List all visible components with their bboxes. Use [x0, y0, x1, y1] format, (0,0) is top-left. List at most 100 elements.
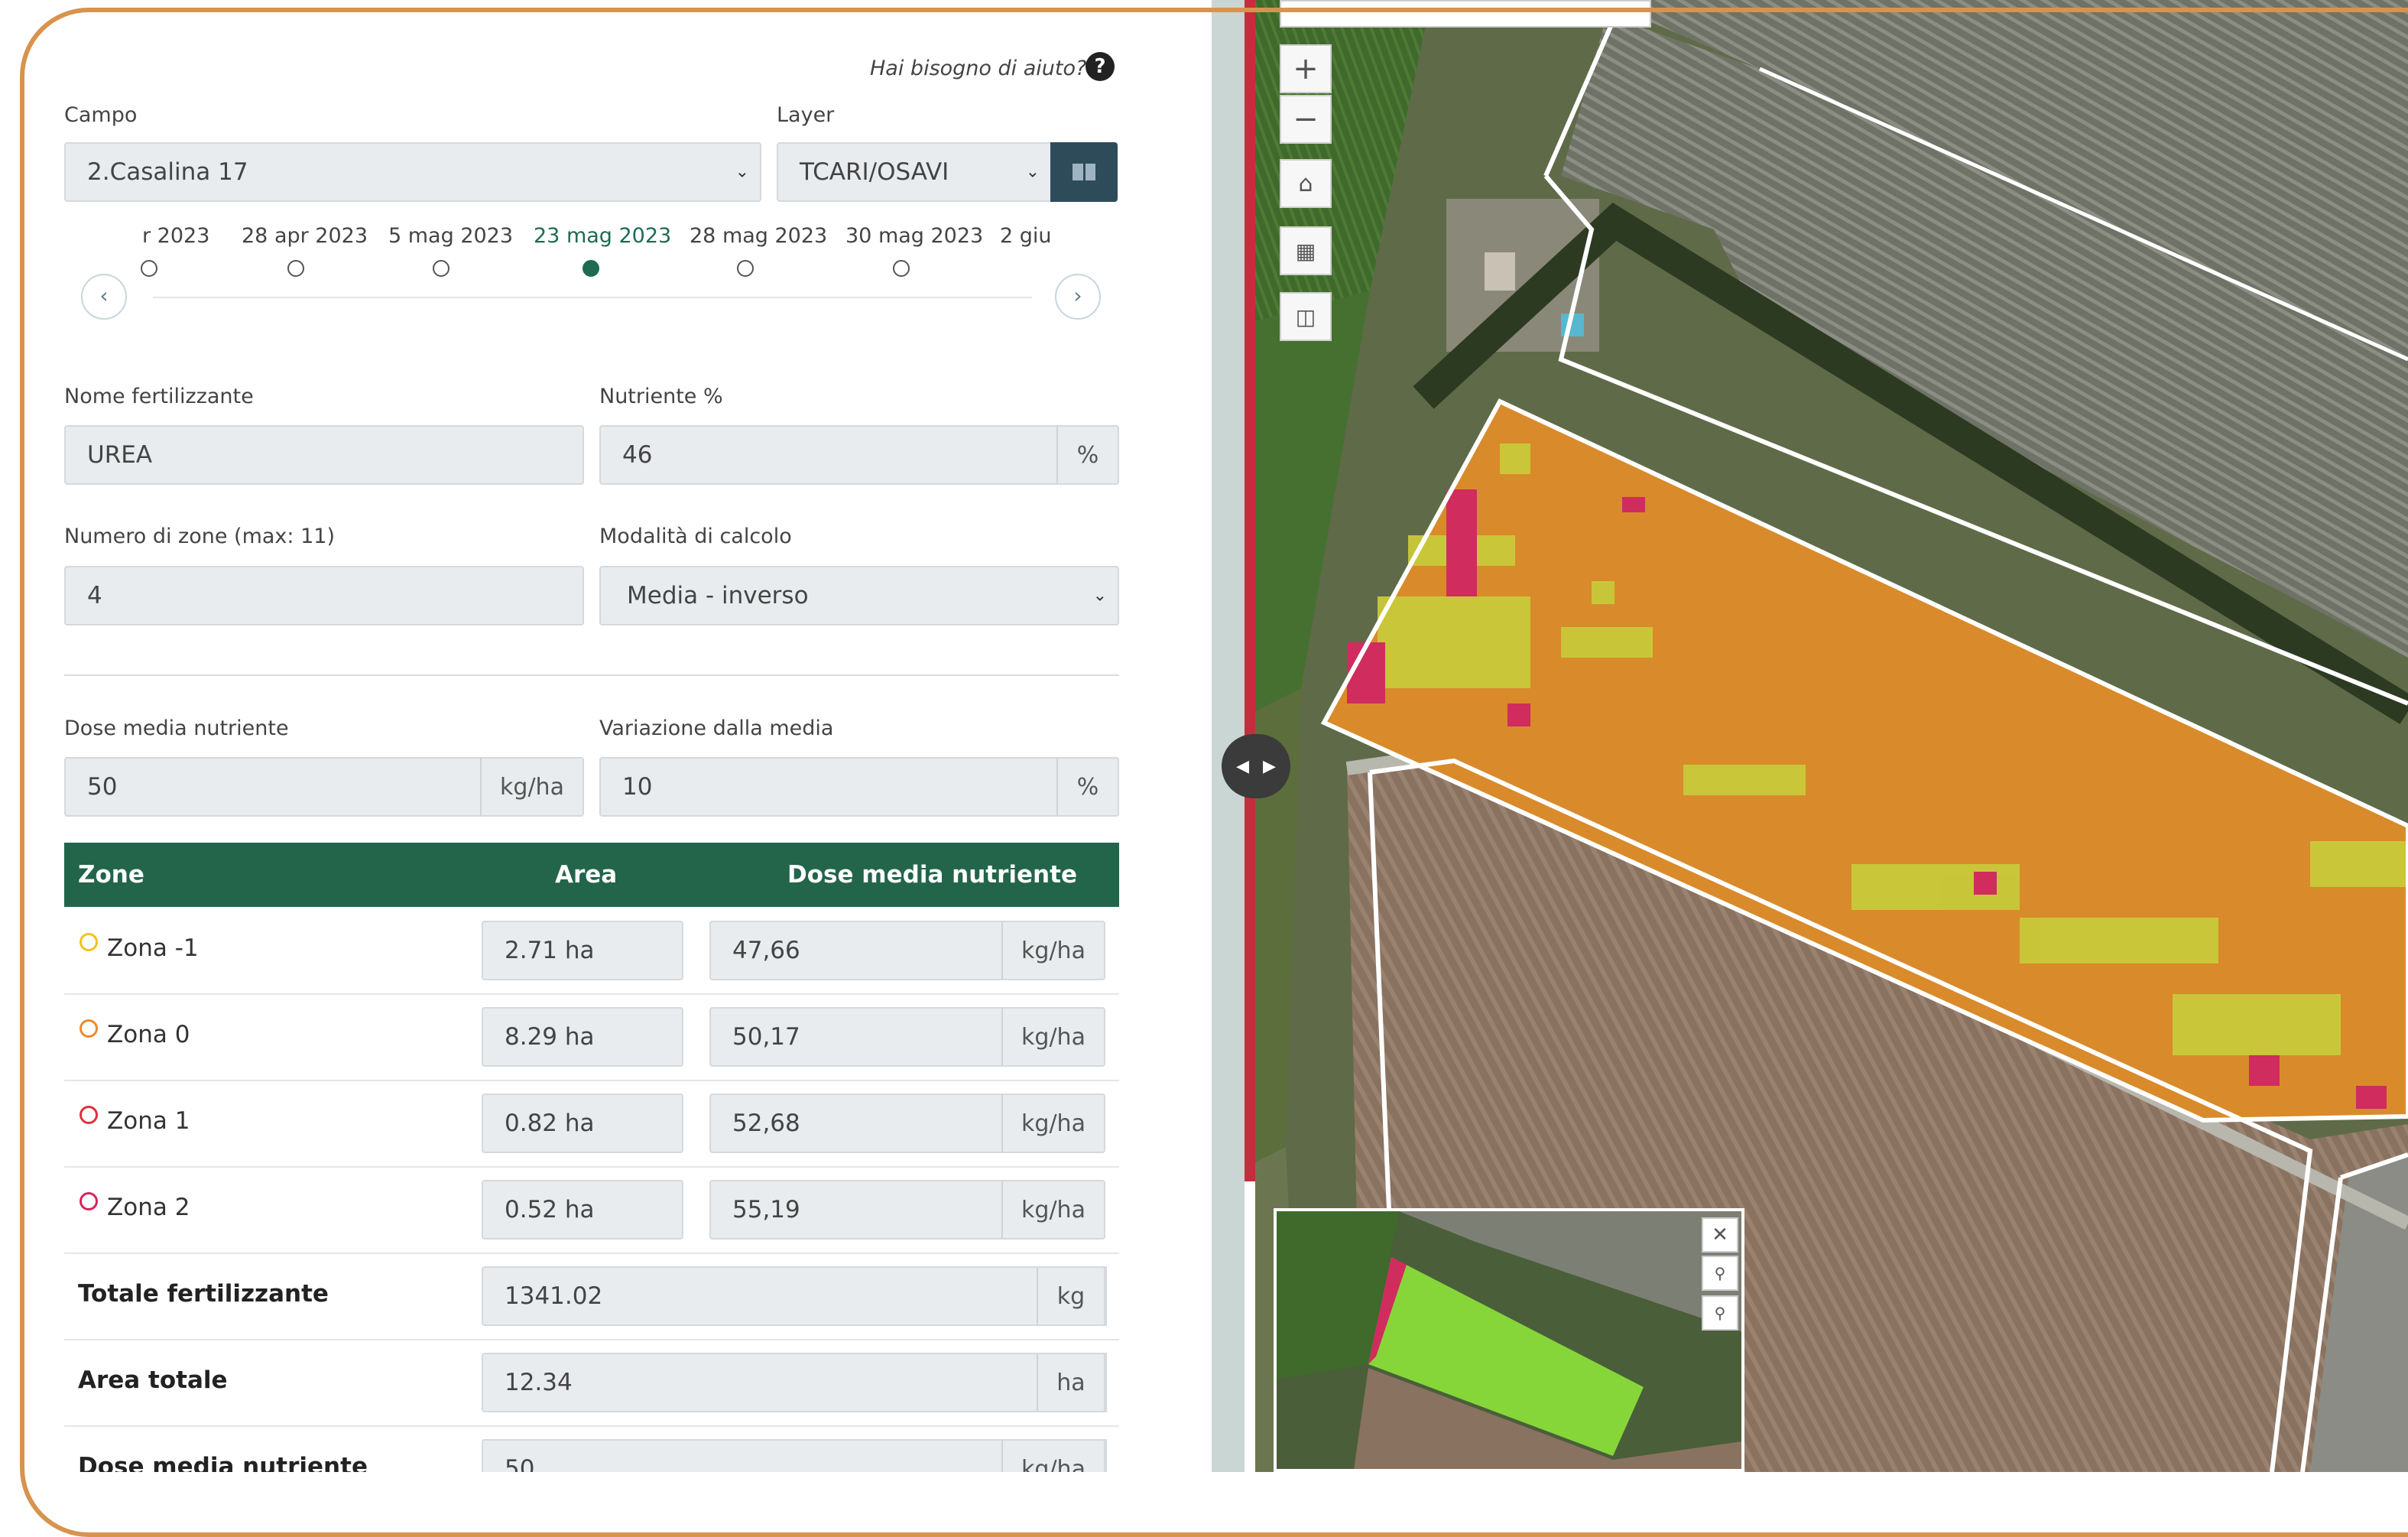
- zone-dose-value: 52,68: [732, 1110, 800, 1137]
- nutrient-percent-label: Nutriente %: [599, 385, 723, 408]
- variation-input[interactable]: 10: [599, 757, 1058, 817]
- fertilizer-name-label: Nome fertilizzante: [64, 385, 254, 408]
- campo-select[interactable]: 2.Casalina 17 ⌄: [64, 142, 761, 202]
- zoom-out-button[interactable]: −: [1280, 95, 1332, 144]
- zone-dose-unit: kg/ha: [1001, 1093, 1105, 1153]
- zone-area: 8.29 ha: [482, 1007, 683, 1067]
- timeline-dot[interactable]: [287, 260, 304, 277]
- calc-mode-label: Modalità di calcolo: [599, 525, 792, 548]
- total-fertilizer-unit: kg: [1037, 1266, 1105, 1326]
- zone-area-value: 8.29 ha: [505, 1023, 595, 1051]
- variation-value: 10: [622, 773, 653, 801]
- total-area-unit: ha: [1037, 1353, 1105, 1412]
- help-icon[interactable]: ?: [1086, 52, 1115, 81]
- zone-count-input[interactable]: 4: [64, 566, 584, 626]
- chevron-down-icon: ⌄: [735, 162, 749, 182]
- zoom-in-icon: ⚲: [1714, 1264, 1726, 1282]
- table-row: Zona 2 0.52 ha 55,19 kg/ha: [64, 1166, 1119, 1254]
- zoom-in-button[interactable]: +: [1280, 44, 1332, 93]
- avg-dose-label: Dose media nutriente: [78, 1453, 368, 1472]
- minimap-close-button[interactable]: ✕: [1702, 1217, 1738, 1253]
- table-row: Zona -1 2.71 ha 47,66 kg/ha: [64, 907, 1119, 995]
- home-button[interactable]: ⌂: [1280, 159, 1332, 208]
- dose-label: Dose media nutriente: [64, 717, 289, 740]
- arrow-left-icon: ◀: [1236, 756, 1249, 776]
- zone-name: Zona 0: [107, 1021, 190, 1048]
- help-link[interactable]: Hai bisogno di aiuto?: [870, 57, 1086, 80]
- zone-dose-value: 55,19: [732, 1196, 800, 1223]
- chevron-down-icon: ⌄: [1092, 586, 1107, 606]
- variation-unit: %: [1056, 757, 1119, 817]
- zoom-out-icon: ⚲: [1714, 1304, 1726, 1322]
- layer-select[interactable]: TCARI/OSAVI ⌄: [777, 142, 1052, 202]
- zone-name: Zona -1: [107, 934, 199, 962]
- timeline-date[interactable]: r 2023: [142, 224, 209, 248]
- nutrient-percent-value: 46: [622, 441, 653, 469]
- zone-area-value: 0.52 ha: [505, 1196, 595, 1223]
- zone-area: 2.71 ha: [482, 921, 683, 980]
- timeline-prev-button[interactable]: ‹: [81, 274, 127, 320]
- timeline-next-button[interactable]: ›: [1055, 274, 1101, 320]
- panel-splitter[interactable]: [1212, 0, 1245, 1472]
- timeline-dot[interactable]: [141, 260, 157, 277]
- left-panel: Hai bisogno di aiuto? ? Campo 2.Casalina…: [0, 0, 1212, 1472]
- zone-table-header: Zone Area Dose media nutriente: [64, 843, 1119, 907]
- nutrient-percent-input[interactable]: 46: [599, 425, 1058, 485]
- layer-compare-button[interactable]: [1050, 142, 1118, 202]
- split-handle[interactable]: ◀ ▶: [1222, 734, 1290, 798]
- timeline-dot-active[interactable]: [583, 260, 599, 277]
- timeline-dot[interactable]: [737, 260, 754, 277]
- timeline-dot[interactable]: [893, 260, 910, 277]
- fertilizer-name-input[interactable]: UREA: [64, 425, 584, 485]
- compare-icon: [1073, 164, 1095, 180]
- timeline-dot[interactable]: [433, 260, 449, 277]
- zone-dose-input[interactable]: 55,19: [709, 1180, 1003, 1240]
- zone-dose-input[interactable]: 47,66: [709, 921, 1003, 980]
- qr-button[interactable]: ▦: [1280, 226, 1332, 275]
- timeline-date[interactable]: 28 mag 2023: [690, 224, 827, 248]
- zone-dose-value: 47,66: [732, 937, 800, 964]
- minimap-zoom-out-button[interactable]: ⚲: [1702, 1295, 1738, 1331]
- total-fertilizer-value: 1341.02: [482, 1266, 1107, 1326]
- timeline-date[interactable]: 2 giu: [1000, 224, 1052, 248]
- zone-dose-input[interactable]: 52,68: [709, 1093, 1003, 1153]
- timeline-track: [153, 297, 1032, 298]
- calc-mode-value: Media - inverso: [627, 582, 809, 609]
- table-row: Zona 1 0.82 ha 52,68 kg/ha: [64, 1080, 1119, 1168]
- variation-label: Variazione dalla media: [599, 717, 834, 740]
- arrow-right-icon: ▶: [1263, 756, 1276, 776]
- total-fertilizer-row: Totale fertilizzante 1341.02 kg: [64, 1253, 1119, 1340]
- header-area: Area: [555, 861, 618, 889]
- zone-area: 0.52 ha: [482, 1180, 683, 1240]
- timeline-date[interactable]: 28 apr 2023: [242, 224, 368, 248]
- fertilizer-name-value: UREA: [87, 441, 153, 469]
- zone-color-icon: [80, 933, 98, 951]
- map-search-input[interactable]: [1280, 0, 1651, 28]
- grid-icon: ▦: [1295, 238, 1316, 264]
- total-area-value: 12.34: [482, 1353, 1107, 1412]
- minimap-zoom-in-button[interactable]: ⚲: [1702, 1256, 1738, 1291]
- timeline-date[interactable]: 5 mag 2023: [388, 224, 513, 248]
- zone-count-value: 4: [87, 582, 102, 609]
- avg-dose-unit: kg/ha: [1001, 1439, 1105, 1472]
- dose-unit: kg/ha: [480, 757, 584, 817]
- zone-color-icon: [80, 1192, 98, 1210]
- zone-dose-input[interactable]: 50,17: [709, 1007, 1003, 1067]
- zone-area-value: 0.82 ha: [505, 1110, 595, 1137]
- timeline-date[interactable]: 30 mag 2023: [845, 224, 983, 248]
- compare-map-button[interactable]: ◫: [1280, 292, 1332, 341]
- zone-count-label: Numero di zone (max: 11): [64, 525, 335, 548]
- total-area-row: Area totale 12.34 ha: [64, 1339, 1119, 1427]
- minimap[interactable]: [1274, 1208, 1744, 1472]
- timeline-date-active[interactable]: 23 mag 2023: [534, 224, 671, 248]
- zone-dose-unit: kg/ha: [1001, 1007, 1105, 1067]
- avg-dose-row: Dose media nutriente 50 kg/ha: [64, 1425, 1119, 1472]
- minimap-imagery: [1277, 1211, 1741, 1469]
- header-dose: Dose media nutriente: [787, 861, 1077, 889]
- calc-mode-select[interactable]: Media - inverso ⌄: [599, 566, 1119, 626]
- zone-dose-value: 50,17: [732, 1023, 800, 1051]
- compare-divider: [1245, 0, 1255, 1181]
- zone-area-value: 2.71 ha: [505, 937, 595, 964]
- total-fertilizer-label: Totale fertilizzante: [78, 1280, 329, 1308]
- dose-input[interactable]: 50: [64, 757, 482, 817]
